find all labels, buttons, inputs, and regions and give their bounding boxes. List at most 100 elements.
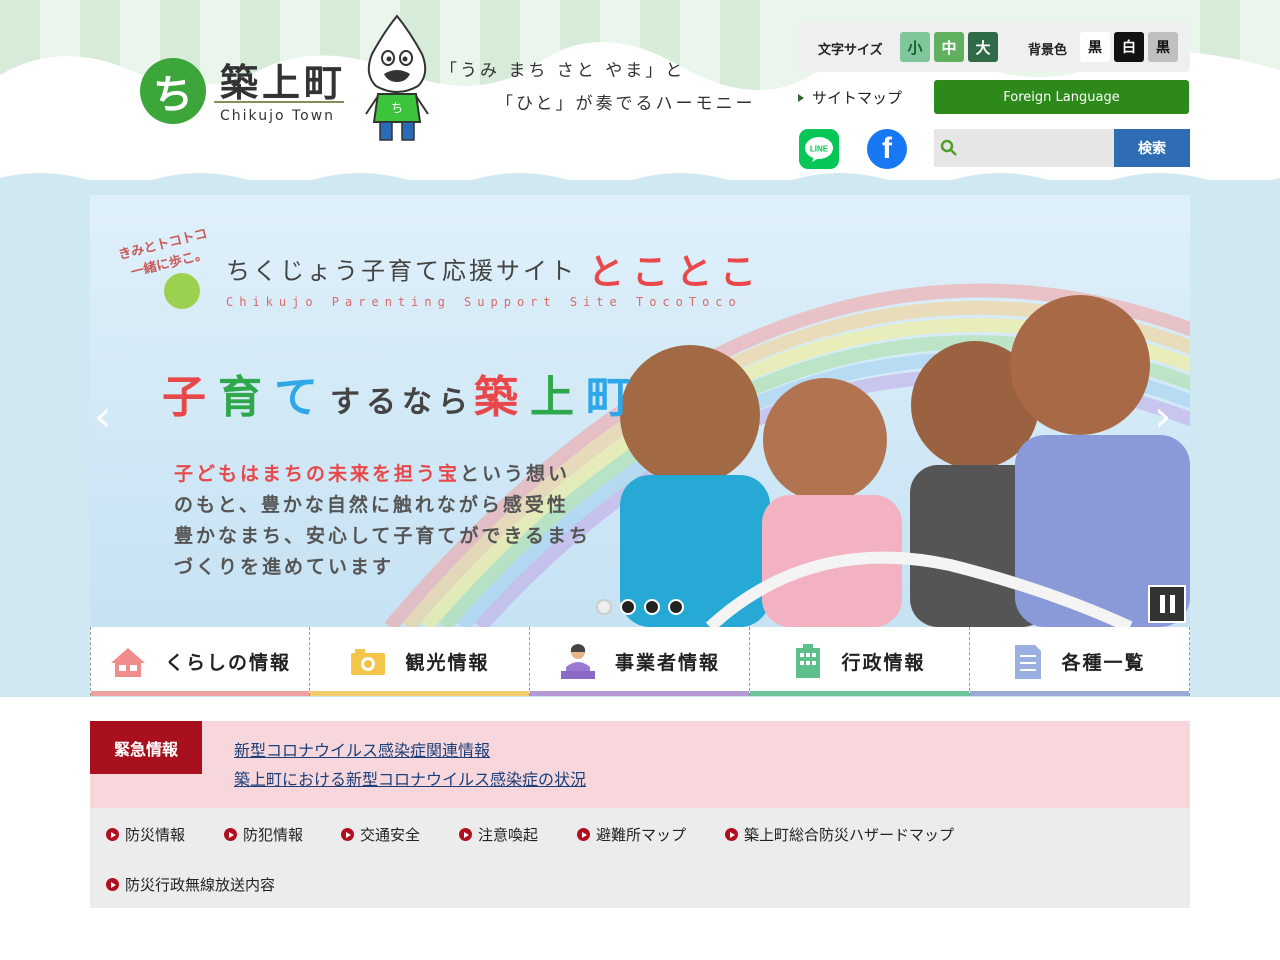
catchphrase-line1: 「うみ まち さと やま」と [440,61,686,81]
arrow-bullet-icon [725,828,738,841]
slide-site-name-kana: とことこ [588,252,765,293]
font-size-small-button[interactable]: 小 [900,32,930,62]
nav-item-label: 観光情報 [405,652,490,674]
slide-headline-part: 育 [218,372,274,423]
arrow-bullet-icon [224,828,237,841]
disaster-link[interactable]: 防犯情報 [224,824,303,845]
slider-prev-arrow-icon[interactable]: ‹ [94,391,112,442]
svg-text:ち: ち [391,101,403,115]
disaster-link[interactable]: 防災行政無線放送内容 [106,874,275,895]
foreign-language-button[interactable]: Foreign Language [934,80,1189,114]
building-icon [796,643,821,678]
arrow-bullet-icon [459,828,472,841]
businessperson-icon [560,643,595,679]
background-color-label: 背景色 [1028,43,1068,58]
arrow-bullet-icon [106,878,119,891]
logo-divider [214,101,344,103]
font-size-large-button[interactable]: 大 [968,32,998,62]
disaster-link-label: 防犯情報 [243,826,304,844]
arrow-bullet-icon [577,828,590,841]
main-visual-slider: きみとトコトコ 一緒に歩こ。 ちくじょう子育て応援サイト とことこ Chikuj… [90,195,1190,627]
search-input[interactable] [962,131,1110,165]
nav-item-living[interactable]: くらしの情報 [90,627,310,696]
disaster-link[interactable]: 防災情報 [106,824,185,845]
nav-item-tourism[interactable]: 観光情報 [310,627,530,696]
disaster-link-label: 防災情報 [125,826,186,844]
site-logo-subtitle: Chikujo Town [220,108,336,124]
slide-headline-part: て [274,372,330,423]
slider-dot-4[interactable] [668,599,684,615]
background-black-button[interactable]: 白 [1114,32,1144,62]
emergency-link-covid-info[interactable]: 新型コロナウイルス感染症関連情報 [234,737,490,761]
nav-item-business[interactable]: 事業者情報 [530,627,750,696]
line-icon[interactable]: LINE [799,129,839,169]
slide-body-line2: のもと、豊かな自然に触れながら感受性 [174,494,569,516]
arrow-right-icon [798,93,804,102]
slide-body-line1: という想い [460,463,571,485]
slider-dot-1[interactable] [596,599,612,615]
nav-underline [750,691,969,696]
nav-item-administration[interactable]: 行政情報 [750,627,970,696]
slide-headline-part: 築 [474,372,530,423]
slider-pause-button[interactable] [1148,585,1186,623]
disaster-link-label: 注意喚起 [478,826,539,844]
list-document-icon [1015,644,1042,679]
font-size-label: 文字サイズ [818,43,883,58]
background-white-button[interactable]: 黒 [1080,32,1110,62]
pause-bar-icon [1169,595,1175,613]
sitemap-link[interactable]: サイトマップ [798,87,902,108]
disaster-link-label: 避難所マップ [596,826,687,844]
slide-body-text: 子どもはまちの未来を担う宝という想い のもと、豊かな自然に触れながら感受性 豊か… [174,459,591,583]
town-emblem-logo[interactable]: ち [140,58,206,124]
font-size-medium-button[interactable]: 中 [934,32,964,62]
disaster-link-label: 築上町総合防災ハザードマップ [744,826,955,844]
catchphrase-line2: 「ひと」が奏でるハーモニー [496,94,756,114]
nav-underline [530,691,749,696]
disaster-link[interactable]: 注意喚起 [459,824,538,845]
disaster-links-box: 防災情報 防犯情報 交通安全 注意喚起 避難所マップ 築上町総合防災ハザードマッ… [90,808,1190,908]
site-header: ち 築上町 Chikujo Town ち 「うみ まち さと やま」と 「ひと」… [0,0,1280,190]
disaster-link[interactable]: 交通安全 [341,824,420,845]
camera-icon [351,648,386,675]
nav-item-lists[interactable]: 各種一覧 [970,627,1190,696]
slide-body-line3: 豊かなまち、安心して子育てができるまち [174,525,592,547]
facebook-icon[interactable]: f [867,129,907,169]
emergency-info-box: 緊急情報 新型コロナウイルス感染症関連情報 築上町における新型コロナウイルス感染… [90,721,1190,808]
slide-site-english: Chikujo Parenting Support Site TocoToco [226,295,742,309]
background-gray-button[interactable]: 黒 [1148,32,1178,62]
disaster-link[interactable]: 避難所マップ [577,824,686,845]
slider-dot-2[interactable] [620,599,636,615]
slider-dot-3[interactable] [644,599,660,615]
sitemap-label: サイトマップ [812,89,903,107]
line-icon-text: LINE [810,145,829,154]
slide-body-highlight: 子どもはまちの未来を担う宝 [174,463,461,485]
accessibility-tools-panel: 文字サイズ 小 中 大 背景色 黒 白 黒 [798,22,1190,72]
slider-next-arrow-icon[interactable]: › [1154,391,1172,442]
slide-site-name: ちくじょう子育て応援サイト [226,257,577,285]
slide-headline: 子育てするなら築上町 [162,361,642,425]
nav-underline [310,691,529,696]
slide-body-line4: づくりを進めています [174,556,395,578]
arrow-bullet-icon [341,828,354,841]
pause-bar-icon [1159,595,1165,613]
nav-underline [91,691,309,696]
mascot-character-icon: ち [365,14,429,141]
emergency-label: 緊急情報 [90,721,202,774]
site-logo-name[interactable]: 築上町 [220,52,346,107]
slide-headline-part: するなら [330,385,474,420]
emergency-link-covid-status[interactable]: 築上町における新型コロナウイルス感染症の状況 [234,766,586,790]
disaster-link-label: 防災行政無線放送内容 [125,876,276,894]
slide-headline-part: 町 [586,372,642,423]
nav-item-label: 各種一覧 [1061,652,1146,674]
search-button[interactable]: 検索 [1114,129,1190,167]
slide-headline-part: 子 [162,372,218,423]
slider-pagination [596,599,684,615]
global-navigation: くらしの情報 観光情報 事業者情報 行政情報 各種一覧 [90,627,1190,696]
nav-underline [970,691,1189,696]
nav-item-label: 事業者情報 [614,652,720,674]
arrow-bullet-icon [106,828,119,841]
house-icon [110,647,145,677]
disaster-link[interactable]: 築上町総合防災ハザードマップ [725,824,954,845]
nav-item-label: 行政情報 [841,652,926,674]
search-icon [940,139,957,156]
